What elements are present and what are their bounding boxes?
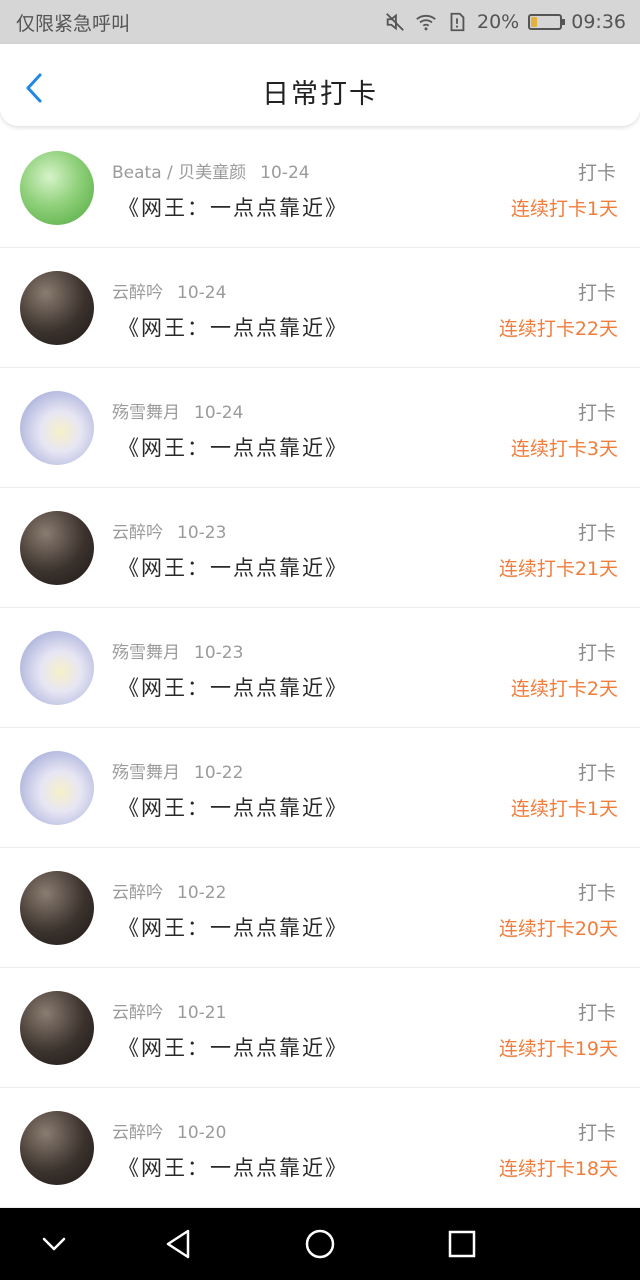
streak-label: 连续打卡18天 <box>498 1158 618 1180</box>
nav-recents-button[interactable] <box>444 1226 480 1262</box>
list-item[interactable]: Beata / 贝美童颜 10-24 《网王：一点点靠近》 打卡连续打卡1天 <box>0 128 640 248</box>
username: 云醉吟 <box>112 523 163 543</box>
mute-icon <box>386 13 404 31</box>
chevron-down-icon <box>42 1237 66 1251</box>
battery-icon <box>528 14 566 30</box>
checkin-label: 打卡 <box>577 882 616 904</box>
streak-label: 连续打卡20天 <box>498 918 618 940</box>
home-circle-icon <box>305 1229 335 1259</box>
checkin-label: 打卡 <box>577 402 616 424</box>
list-item[interactable]: 云醉吟 10-20 《网王：一点点靠近》 打卡连续打卡18天 <box>0 1088 640 1208</box>
streak-label: 连续打卡1天 <box>510 798 618 820</box>
user-meta: 云醉吟 10-23 <box>112 518 226 543</box>
user-meta: 云醉吟 10-21 <box>112 998 226 1023</box>
hide-nav-button[interactable] <box>36 1226 72 1262</box>
streak-label: 连续打卡2天 <box>510 678 618 700</box>
book-title: 《网王：一点点靠近》 <box>118 916 348 940</box>
book-title: 《网王：一点点靠近》 <box>118 1036 348 1060</box>
avatar[interactable] <box>20 991 94 1065</box>
book-title: 《网王：一点点靠近》 <box>118 1156 348 1180</box>
list-item[interactable]: 云醉吟 10-22 《网王：一点点靠近》 打卡连续打卡20天 <box>0 848 640 968</box>
status-bar: 仅限紧急呼叫 20% 09:36 <box>0 0 640 44</box>
username: 云醉吟 <box>112 1003 163 1023</box>
clock: 09:36 <box>571 11 626 33</box>
page-title: 日常打卡 <box>262 79 378 110</box>
book-title: 《网王：一点点靠近》 <box>118 796 348 820</box>
streak-label: 连续打卡1天 <box>510 198 618 220</box>
checkin-date: 10-24 <box>177 283 227 303</box>
user-meta: 云醉吟 10-22 <box>112 878 226 903</box>
username: 云醉吟 <box>112 283 163 303</box>
list-item[interactable]: 殇雪舞月 10-23 《网王：一点点靠近》 打卡连续打卡2天 <box>0 608 640 728</box>
recents-square-icon <box>448 1230 476 1258</box>
streak-label: 连续打卡21天 <box>498 558 618 580</box>
username: 殇雪舞月 <box>112 643 180 663</box>
checkin-label: 打卡 <box>577 642 616 664</box>
user-meta: 云醉吟 10-20 <box>112 1118 226 1143</box>
checkin-date: 10-24 <box>260 163 310 183</box>
book-title: 《网王：一点点靠近》 <box>118 196 348 220</box>
checkin-date: 10-24 <box>194 403 244 423</box>
book-title: 《网王：一点点靠近》 <box>118 436 348 460</box>
user-meta: 殇雪舞月 10-24 <box>112 398 243 423</box>
checkin-date: 10-22 <box>177 883 227 903</box>
nav-home-button[interactable] <box>302 1226 338 1262</box>
avatar[interactable] <box>20 631 94 705</box>
status-icons: 20% 09:36 <box>384 11 626 33</box>
avatar[interactable] <box>20 1111 94 1185</box>
streak-label: 连续打卡22天 <box>498 318 618 340</box>
checkin-label: 打卡 <box>577 282 616 304</box>
checkin-label: 打卡 <box>577 1122 616 1144</box>
back-triangle-icon <box>166 1229 190 1259</box>
checkin-list: Beata / 贝美童颜 10-24 《网王：一点点靠近》 打卡 连续打卡1天 云醉吟 10… <box>0 128 640 1208</box>
wifi-icon <box>416 14 436 31</box>
user-meta: 云醉吟 10-24 <box>112 278 226 303</box>
checkin-label: 打卡 <box>577 762 616 784</box>
username: 殇雪舞月 <box>112 763 180 783</box>
checkin-date: 10-23 <box>194 643 244 663</box>
avatar[interactable] <box>20 391 94 465</box>
avatar[interactable] <box>20 871 94 945</box>
carrier-text: 仅限紧急呼叫 <box>16 12 131 35</box>
checkin-label: 打卡 <box>577 522 616 544</box>
header: 日常打卡 <box>0 44 640 126</box>
user-meta: Beata / 贝美童颜 10-24 <box>112 158 310 183</box>
streak-label: 连续打卡3天 <box>510 438 618 460</box>
list-item[interactable]: 云醉吟 10-21 《网王：一点点靠近》 打卡连续打卡19天 <box>0 968 640 1088</box>
checkin-label: 打卡 <box>577 162 616 184</box>
battery-percent: 20% <box>477 11 520 33</box>
username: Beata / 贝美童颜 <box>112 163 247 183</box>
list-item[interactable]: 云醉吟 10-24 《网王：一点点靠近》 打卡连续打卡22天 <box>0 248 640 368</box>
list-item[interactable]: 殇雪舞月 10-24 《网王：一点点靠近》 打卡连续打卡3天 <box>0 368 640 488</box>
checkin-label: 打卡 <box>577 1002 616 1024</box>
book-title: 《网王：一点点靠近》 <box>118 316 348 340</box>
list-item[interactable]: 云醉吟 10-23 《网王：一点点靠近》 打卡连续打卡21天 <box>0 488 640 608</box>
system-nav-bar <box>0 1208 640 1280</box>
avatar[interactable] <box>20 511 94 585</box>
username: 云醉吟 <box>112 883 163 903</box>
list-item[interactable]: 殇雪舞月 10-22 《网王：一点点靠近》 打卡连续打卡1天 <box>0 728 640 848</box>
checkin-date: 10-22 <box>194 763 244 783</box>
sim-alert-icon <box>450 12 465 32</box>
streak-label: 连续打卡19天 <box>498 1038 618 1060</box>
avatar[interactable] <box>20 271 94 345</box>
avatar[interactable] <box>20 751 94 825</box>
user-meta: 殇雪舞月 10-23 <box>112 638 243 663</box>
avatar[interactable] <box>20 151 94 225</box>
checkin-date: 10-21 <box>177 1003 227 1023</box>
username: 殇雪舞月 <box>112 403 180 423</box>
book-title: 《网王：一点点靠近》 <box>118 556 348 580</box>
nav-back-button[interactable] <box>160 1226 196 1262</box>
checkin-date: 10-23 <box>177 523 227 543</box>
user-meta: 殇雪舞月 10-22 <box>112 758 243 783</box>
battery-level <box>531 17 538 27</box>
book-title: 《网王：一点点靠近》 <box>118 676 348 700</box>
username: 云醉吟 <box>112 1123 163 1143</box>
checkin-date: 10-20 <box>177 1123 227 1143</box>
